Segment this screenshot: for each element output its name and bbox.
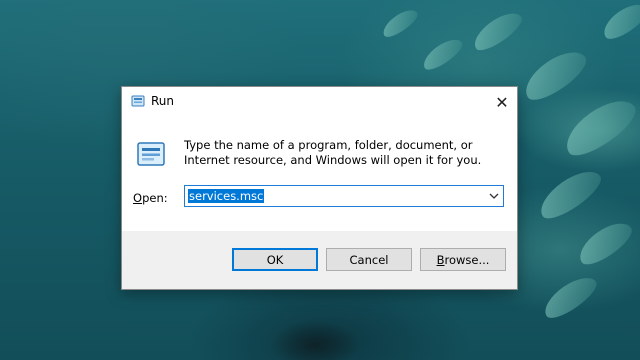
open-label-mnemonic: O (133, 191, 143, 205)
wallpaper-fish (418, 33, 467, 75)
cancel-button-label: Cancel (349, 252, 389, 267)
wallpaper-fish (468, 6, 527, 56)
wallpaper-fish (379, 4, 421, 42)
desktop-background: Run ✕ Type the name of a program, folder… (0, 0, 640, 360)
browse-button[interactable]: Browse... (420, 248, 506, 271)
wallpaper-fish (572, 215, 638, 271)
title-bar[interactable]: Run ✕ (122, 87, 517, 117)
run-dialog: Run ✕ Type the name of a program, folder… (121, 86, 518, 290)
close-button[interactable]: ✕ (487, 87, 517, 117)
wallpaper-fish (598, 0, 640, 45)
window-title: Run (151, 94, 175, 108)
run-icon (131, 95, 145, 107)
cancel-button[interactable]: Cancel (326, 248, 412, 271)
browse-button-mnemonic: B (436, 252, 445, 267)
open-input[interactable]: services.msc (188, 189, 265, 203)
wallpaper-fish (517, 42, 593, 108)
wallpaper-fish (538, 269, 602, 325)
wallpaper-diver (270, 320, 360, 360)
wallpaper-fish (557, 90, 640, 164)
open-label-text: pen: (142, 191, 168, 205)
chevron-down-icon[interactable] (488, 190, 500, 202)
wallpaper-fish (533, 162, 607, 226)
open-label: Open: (133, 191, 168, 205)
open-combobox[interactable]: services.msc (184, 185, 504, 207)
ok-button-label: OK (266, 252, 284, 267)
run-icon (137, 142, 165, 166)
close-icon: ✕ (495, 92, 509, 112)
content-area: Type the name of a program, folder, docu… (122, 117, 517, 231)
run-description: Type the name of a program, folder, docu… (184, 138, 482, 167)
ok-button[interactable]: OK (232, 248, 318, 271)
browse-button-label: rowse... (444, 252, 490, 267)
